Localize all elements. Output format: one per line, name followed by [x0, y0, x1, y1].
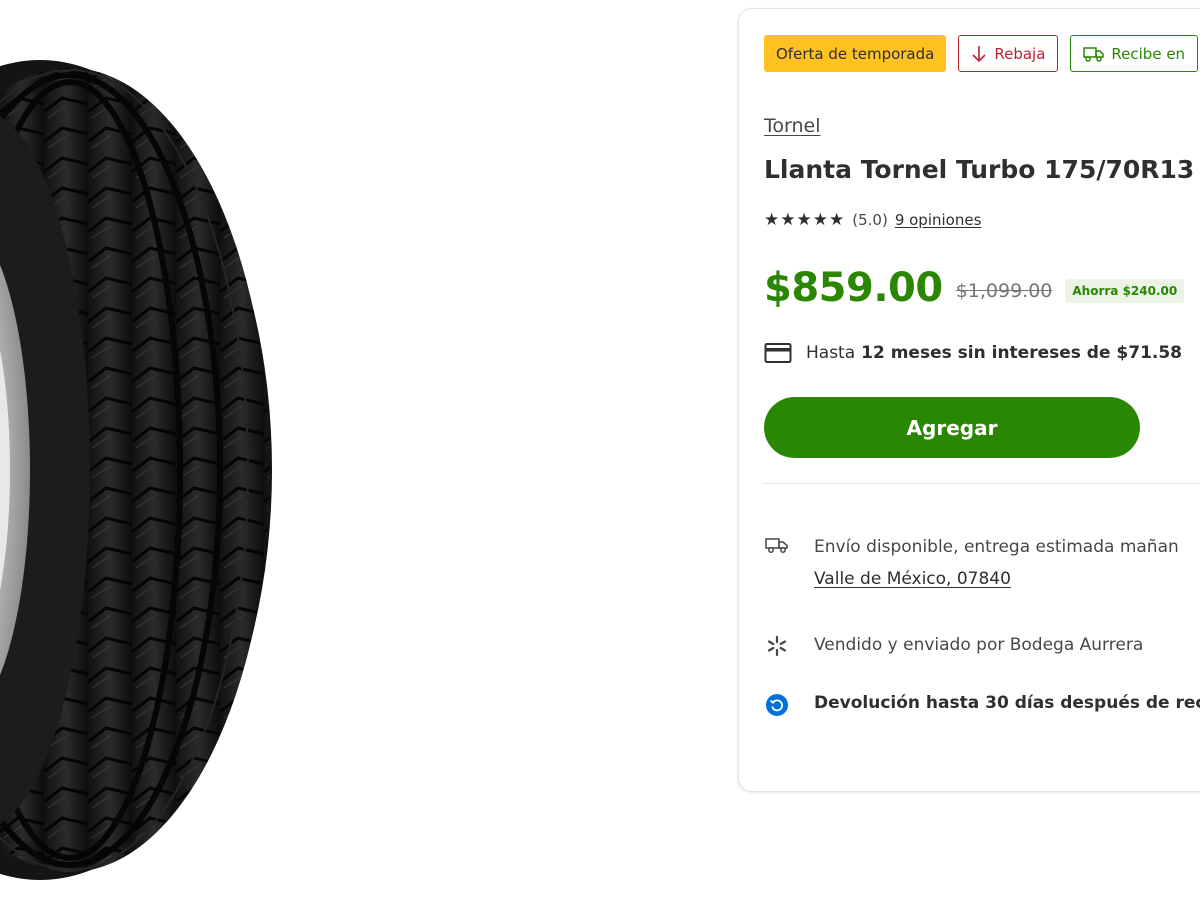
- shipping-text: Envío disponible, entrega estimada mañan: [814, 537, 1179, 557]
- receive-badge: Recibe en: [1070, 35, 1199, 72]
- rebaja-label: Rebaja: [994, 44, 1046, 63]
- product-title: Llanta Tornel Turbo 175/70R13 82: [764, 155, 1200, 184]
- rating: ★ ★ ★ ★ ★ (5.0) 9 opiniones: [764, 211, 981, 229]
- spark-icon: [764, 635, 790, 657]
- returns-info: Devolución hasta 30 días después de reci…: [764, 693, 1200, 717]
- installments-terms: 12 meses sin intereses de $71.58: [861, 343, 1183, 363]
- return-icon: [764, 693, 790, 717]
- price-row: $859.00 $1,099.00 Ahorra $240.00: [764, 265, 1185, 311]
- receive-label: Recibe en: [1111, 44, 1186, 63]
- reviews-link[interactable]: 9 opiniones: [895, 211, 982, 229]
- add-to-cart-button[interactable]: Agregar: [764, 397, 1140, 458]
- truck-icon: [1083, 46, 1105, 62]
- arrow-down-icon: [972, 45, 986, 63]
- brand-link[interactable]: Tornel: [764, 115, 821, 137]
- badge-row: Oferta de temporada Rebaja Recibe en: [764, 35, 1199, 72]
- star-icon: ★: [829, 209, 845, 230]
- star-icon: ★: [812, 209, 828, 230]
- rebaja-badge: Rebaja: [958, 35, 1059, 72]
- installments-info: Hasta 12 meses sin intereses de $71.58: [764, 342, 1182, 364]
- tire-image: [0, 60, 272, 880]
- rating-stars: ★ ★ ★ ★ ★: [764, 209, 845, 230]
- credit-card-icon: [764, 342, 792, 364]
- season-offer-badge: Oferta de temporada: [764, 35, 947, 72]
- location-link[interactable]: Valle de México, 07840: [814, 563, 1179, 595]
- returns-text: Devolución hasta 30 días después de reci…: [814, 693, 1200, 713]
- savings-badge: Ahorra $240.00: [1065, 279, 1185, 303]
- star-icon: ★: [764, 209, 780, 230]
- rating-value: (5.0): [852, 211, 888, 229]
- truck-icon: [764, 536, 790, 595]
- current-price: $859.00: [764, 265, 943, 311]
- installments-prefix: Hasta: [806, 343, 856, 363]
- was-price: $1,099.00: [955, 280, 1053, 302]
- star-icon: ★: [796, 209, 812, 230]
- divider: [764, 483, 1200, 484]
- product-image[interactable]: [0, 0, 720, 900]
- star-icon: ★: [780, 209, 796, 230]
- seller-text: Vendido y enviado por Bodega Aurrera: [814, 635, 1144, 655]
- seller-info: Vendido y enviado por Bodega Aurrera: [764, 635, 1143, 657]
- shipping-info: Envío disponible, entrega estimada mañan…: [764, 536, 1179, 595]
- buy-box: Oferta de temporada Rebaja Recibe en Tor…: [738, 8, 1200, 792]
